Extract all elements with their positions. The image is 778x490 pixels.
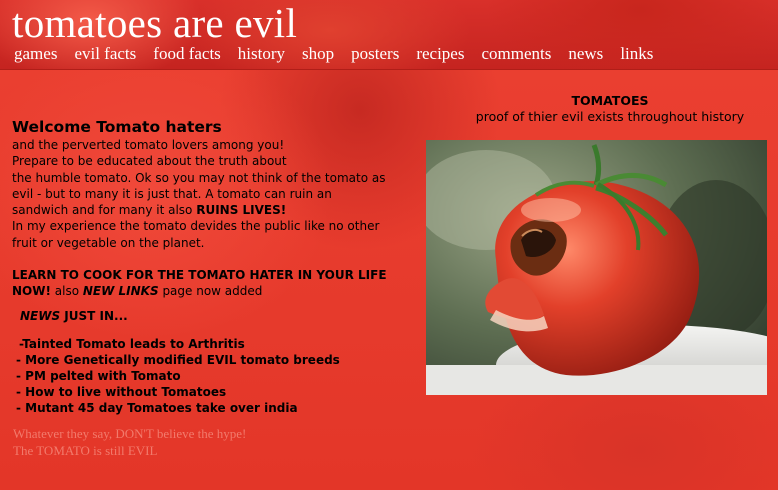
news-list: -Tainted Tomato leads to Arthritis - Mor…	[12, 336, 412, 416]
nav-comments[interactable]: comments	[481, 43, 551, 65]
feature-caption: TOMATOES proof of thier evil exists thro…	[430, 93, 778, 125]
intro-column: Welcome Tomato haters and the perverted …	[12, 118, 412, 459]
tagline-line: The TOMATO is still EVIL	[13, 442, 158, 458]
news-item[interactable]: - Mutant 45 day Tomatoes take over india	[12, 400, 412, 416]
feature-title: TOMATOES	[571, 93, 649, 108]
intro-line: and the perverted tomato lovers among yo…	[12, 138, 285, 152]
cook-also: also	[50, 284, 83, 299]
intro-line: evil - but to many it is just that. A to…	[12, 186, 332, 201]
nav-shop[interactable]: shop	[302, 43, 334, 65]
evil-tomato-photo	[426, 140, 767, 395]
main-nav: games evil facts food facts history shop…	[14, 43, 670, 65]
nav-games[interactable]: games	[14, 43, 57, 65]
site-header: tomatoes are evil games evil facts food …	[0, 0, 778, 70]
nav-food-facts[interactable]: food facts	[153, 43, 221, 65]
tomato-illustration	[426, 140, 767, 395]
tagline: Whatever they say, DON'T believe the hyp…	[13, 425, 412, 459]
nav-history[interactable]: history	[238, 43, 285, 65]
nav-links[interactable]: links	[620, 43, 653, 65]
news-item[interactable]: - How to live without Tomatoes	[12, 384, 412, 400]
intro-text: sandwich and for many it also	[12, 203, 197, 218]
welcome-heading: Welcome Tomato haters	[12, 118, 222, 136]
nav-news[interactable]: news	[568, 43, 603, 65]
feature-subtitle: proof of thier evil exists throughout hi…	[475, 109, 745, 124]
tagline-line: Whatever they say, DON'T believe the hyp…	[13, 425, 247, 441]
nav-evil-facts[interactable]: evil facts	[74, 43, 136, 65]
news-label-rest: JUST IN...	[60, 308, 128, 323]
ruins-lives-text: RUINS LIVES!	[196, 203, 287, 218]
intro-line: the humble tomato. Ok so you may not thi…	[12, 170, 386, 185]
cook-rest: page now added	[158, 284, 263, 299]
news-label: NEWS	[20, 308, 61, 323]
news-heading: NEWS JUST IN...	[20, 308, 412, 324]
new-links-link[interactable]: NEW LINKS	[83, 284, 159, 298]
intro-line: sandwich and for many it also RUINS LIVE…	[12, 202, 412, 218]
news-item[interactable]: -Tainted Tomato leads to Arthritis	[12, 336, 412, 352]
intro-line: fruit or vegetable on the planet.	[12, 235, 205, 250]
site-title[interactable]: tomatoes are evil	[12, 1, 297, 45]
nav-posters[interactable]: posters	[351, 43, 399, 65]
intro-line: Prepare to be educated about the truth a…	[12, 154, 287, 169]
news-item[interactable]: - PM pelted with Tomato	[12, 368, 412, 384]
cook-line: LEARN TO COOK FOR THE TOMATO HATER IN YO…	[12, 267, 412, 300]
intro-line: In my experience the tomato devides the …	[12, 219, 380, 234]
nav-recipes[interactable]: recipes	[416, 43, 464, 65]
news-item[interactable]: - More Genetically modified EVIL tomato …	[12, 352, 412, 368]
